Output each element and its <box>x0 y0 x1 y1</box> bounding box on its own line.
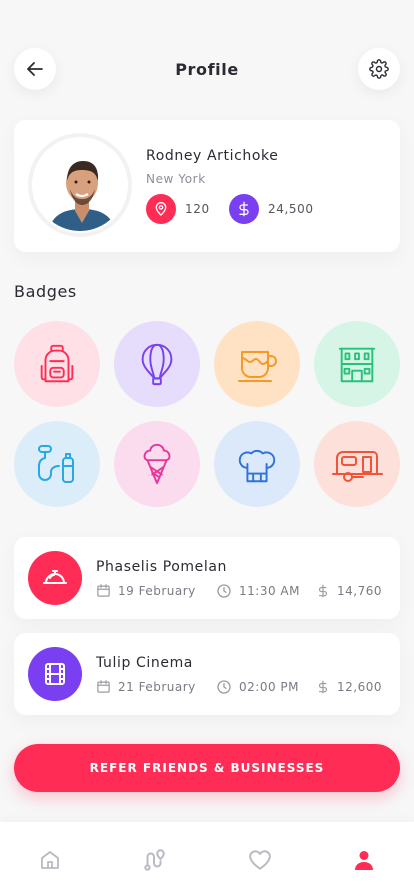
settings-button[interactable] <box>358 48 400 90</box>
event-card-tulip-cinema[interactable]: Tulip Cinema 21 February 02:00 PM 12,600 <box>14 633 400 715</box>
stat-checkins-value: 120 <box>185 202 210 216</box>
event-date: 19 February <box>96 583 196 598</box>
dollar-icon <box>229 194 259 224</box>
hot-air-balloon-icon <box>141 343 173 386</box>
user-icon <box>355 851 373 870</box>
refer-friends-button[interactable]: REFER FRIENDS & BUSINESSES <box>14 744 400 792</box>
event-time-value: 02:00 PM <box>239 680 299 694</box>
heart-icon <box>249 850 271 870</box>
page-title: Profile <box>175 60 239 79</box>
coffee-cup-icon <box>238 351 277 382</box>
backpack-icon <box>40 344 74 383</box>
event-title: Tulip Cinema <box>96 655 193 671</box>
clock-icon <box>217 680 231 694</box>
tab-favorites[interactable] <box>244 844 276 876</box>
badge-building[interactable] <box>314 321 400 407</box>
event-amount: 12,600 <box>316 679 382 695</box>
profile-name: Rodney Artichoke <box>146 148 279 164</box>
avatar[interactable] <box>28 133 132 237</box>
event-date-value: 21 February <box>118 679 196 694</box>
dollar-icon <box>318 584 328 598</box>
event-date-value: 19 February <box>118 583 196 598</box>
badge-balloon[interactable] <box>114 321 200 407</box>
badge-caravan[interactable] <box>314 421 400 507</box>
badge-backpack[interactable] <box>14 321 100 407</box>
tab-bar <box>0 822 414 896</box>
badge-coffee[interactable] <box>214 321 300 407</box>
badge-ice-cream[interactable] <box>114 421 200 507</box>
clock-icon <box>217 584 231 598</box>
gear-icon <box>369 59 389 79</box>
event-title: Phaselis Pomelan <box>96 559 228 575</box>
header: Profile <box>14 48 400 90</box>
stat-balance-value: 24,500 <box>268 202 314 216</box>
badge-bottle[interactable] <box>14 421 100 507</box>
avatar-photo <box>32 137 128 233</box>
event-amount-value: 12,600 <box>337 680 382 694</box>
profile-location: New York <box>146 172 206 186</box>
profile-card: Rodney Artichoke New York 120 24,500 <box>14 120 400 252</box>
event-amount: 14,760 <box>316 583 382 599</box>
event-card-phaselis[interactable]: Phaselis Pomelan 19 February 11:30 AM 14… <box>14 537 400 619</box>
route-icon <box>144 849 165 871</box>
event-time-value: 11:30 AM <box>239 584 300 598</box>
badge-chef-hat[interactable] <box>214 421 300 507</box>
tab-profile[interactable] <box>348 844 380 876</box>
stat-checkins: 120 <box>146 194 210 224</box>
tab-home[interactable] <box>34 844 66 876</box>
event-date: 21 February <box>96 679 196 694</box>
dollar-icon <box>318 680 328 694</box>
cloche-icon <box>28 551 82 605</box>
badges-title: Badges <box>14 282 77 301</box>
event-time: 11:30 AM <box>216 583 300 599</box>
event-time: 02:00 PM <box>216 679 299 695</box>
tab-routes[interactable] <box>138 844 170 876</box>
building-icon <box>338 347 376 383</box>
calendar-icon <box>97 680 110 693</box>
chef-hat-icon <box>238 449 276 483</box>
location-pin-icon <box>146 194 176 224</box>
water-bottle-icon <box>38 445 74 483</box>
caravan-icon <box>332 451 383 482</box>
film-icon <box>28 647 82 701</box>
ice-cream-icon <box>143 443 171 485</box>
home-icon <box>41 851 59 869</box>
stat-balance: 24,500 <box>229 194 314 224</box>
event-amount-value: 14,760 <box>337 584 382 598</box>
calendar-icon <box>97 584 110 597</box>
